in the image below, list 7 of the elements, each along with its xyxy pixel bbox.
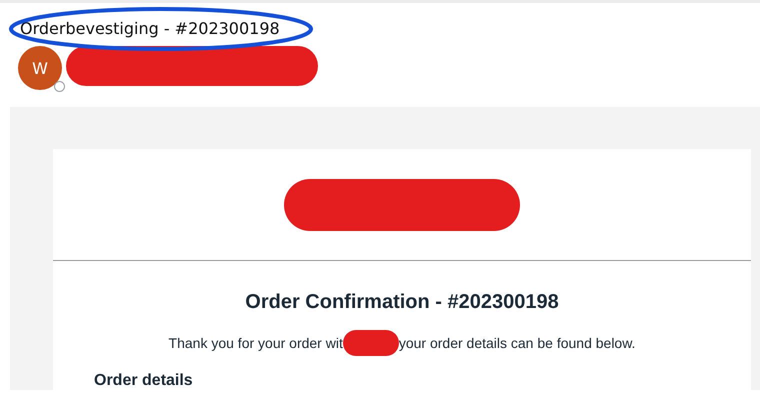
redaction-mark <box>342 330 399 356</box>
intro-text: Thank you for your order wit <box>168 335 343 351</box>
intro-text: your order details can be found below. <box>398 335 636 351</box>
section-title: Order details <box>94 372 194 390</box>
email-subject: Orderbevestiging - #202300198 <box>20 19 280 38</box>
email-heading: Order Confirmation - #202300198 <box>244 290 560 314</box>
sender-avatar: W <box>18 46 62 90</box>
